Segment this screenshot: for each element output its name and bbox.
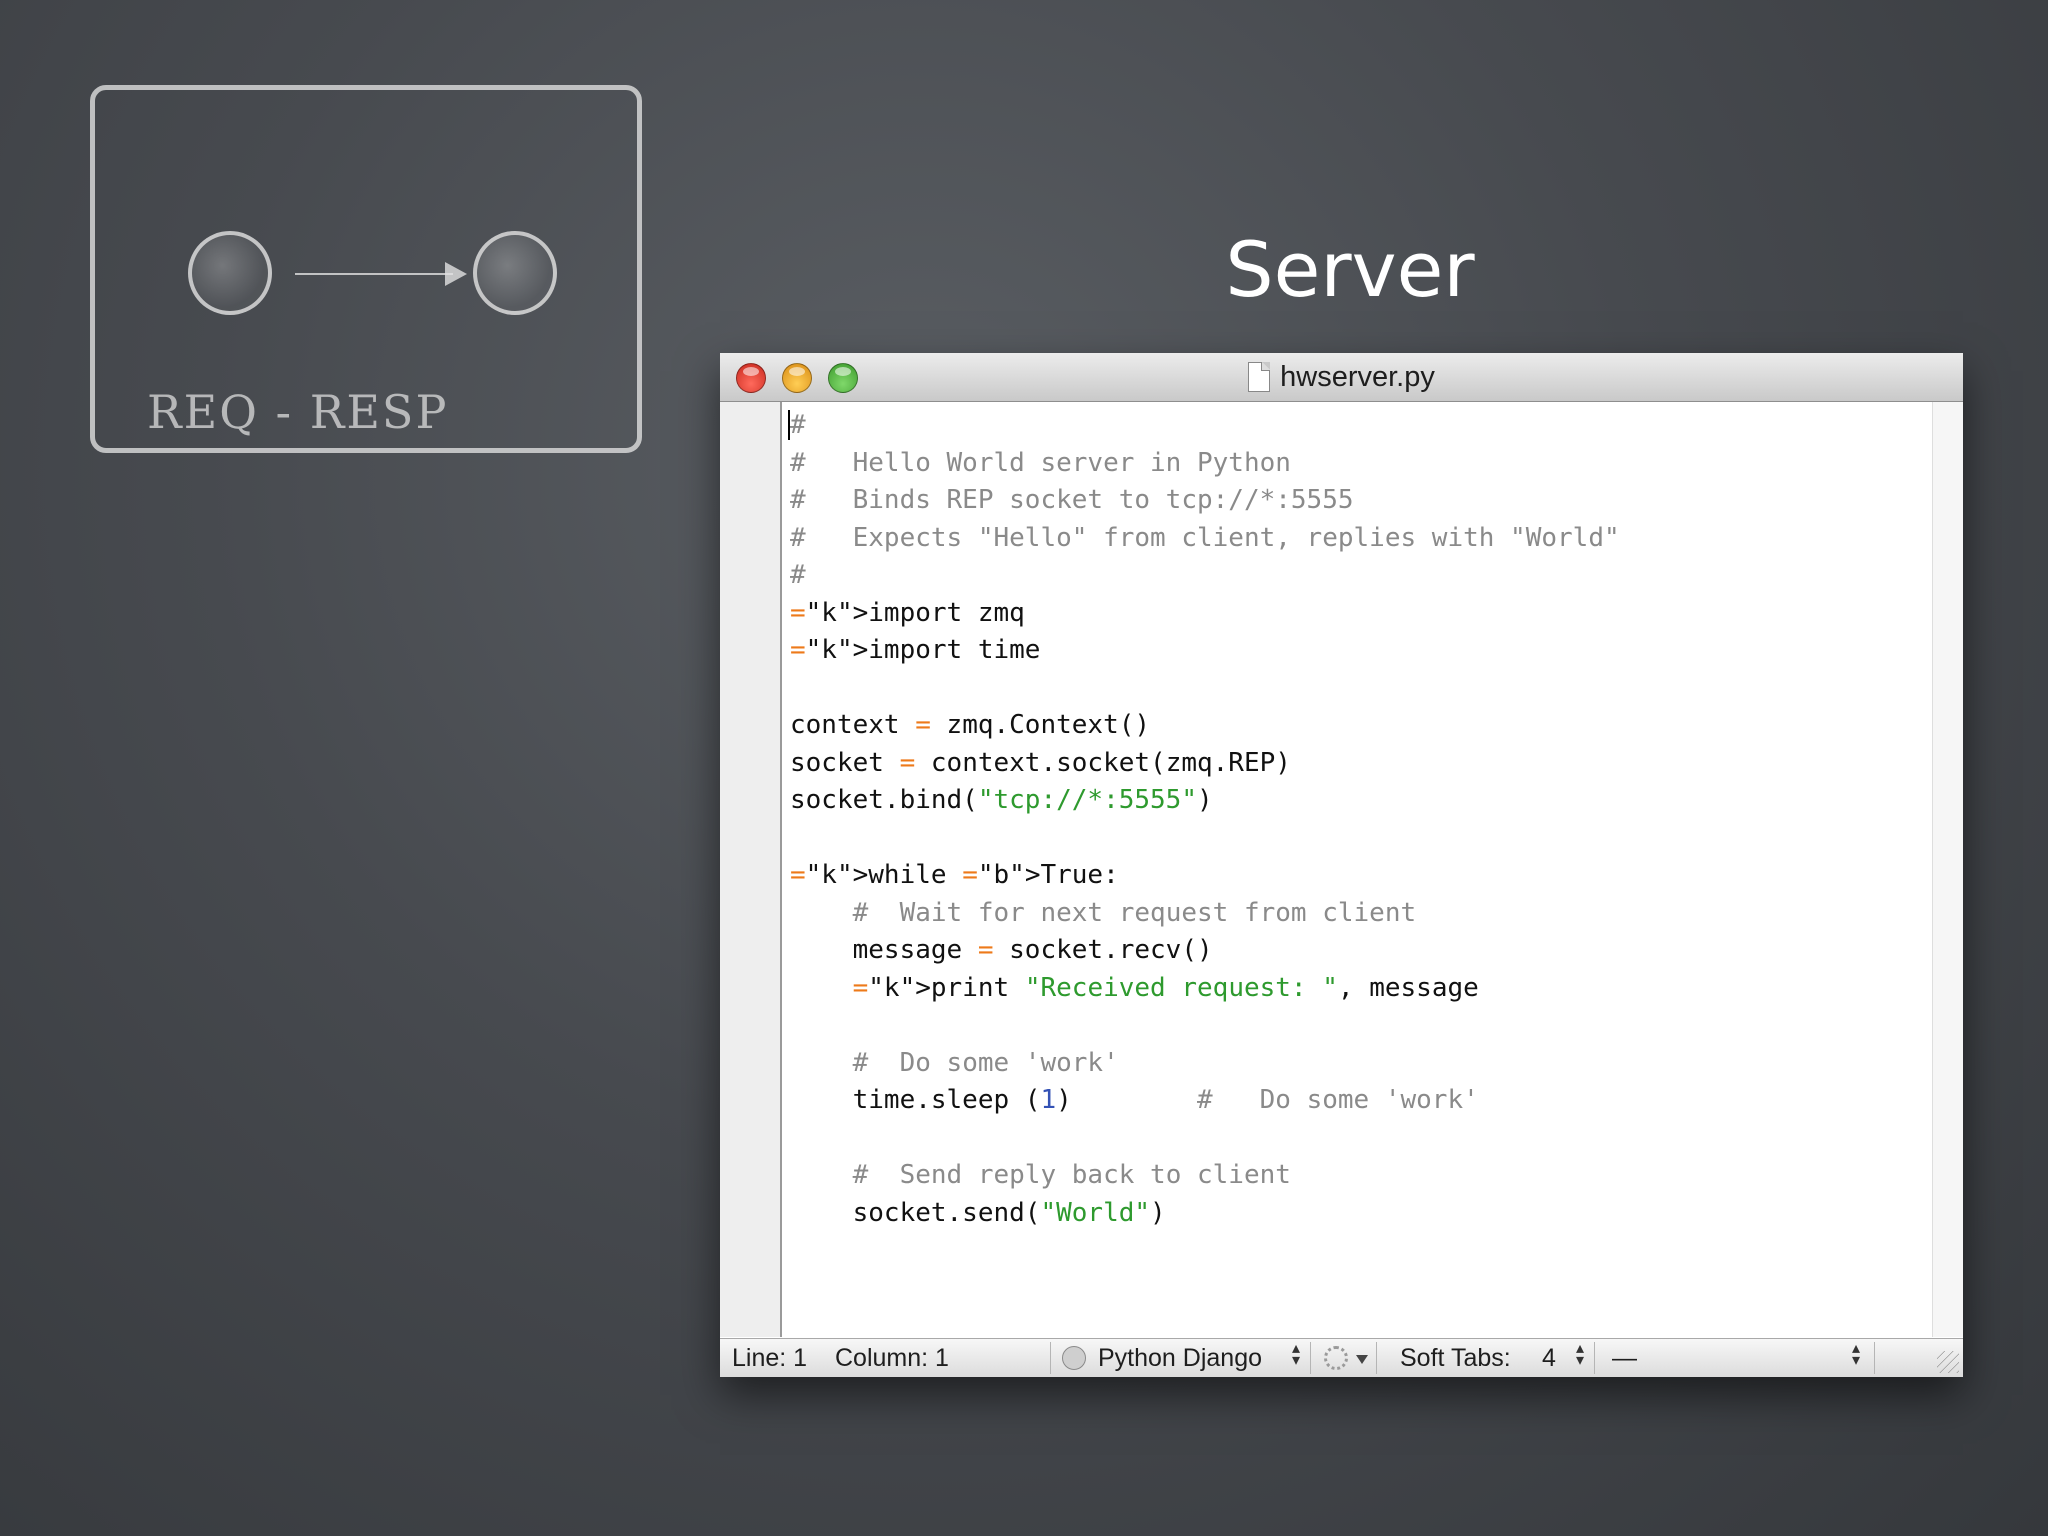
code-line[interactable]: socket.send("World"): [790, 1195, 1620, 1233]
req-resp-diagram: REQ - RESP: [90, 85, 642, 453]
soft-tabs-label[interactable]: Soft Tabs:: [1400, 1344, 1511, 1373]
column-indicator: Column: 1: [835, 1344, 949, 1372]
window-titlebar[interactable]: hwserver.py: [720, 353, 1963, 402]
document-icon: [1248, 362, 1271, 392]
window-title-wrap: hwserver.py: [720, 353, 1963, 401]
code-line[interactable]: message = socket.recv(): [790, 932, 1620, 970]
status-divider: [1310, 1342, 1311, 1374]
code-line[interactable]: #: [790, 557, 1620, 595]
code-line[interactable]: context = zmq.Context(): [790, 707, 1620, 745]
code-line[interactable]: # Hello World server in Python: [790, 445, 1620, 483]
code-line[interactable]: # Expects "Hello" from client, replies w…: [790, 520, 1620, 558]
code-editor[interactable]: # # Hello World server in Python # Binds R…: [720, 402, 1963, 1337]
code-line[interactable]: # Binds REP socket to tcp://*:5555: [790, 482, 1620, 520]
code-line[interactable]: ​: [790, 1120, 1620, 1158]
code-line[interactable]: # Do some 'work': [790, 1045, 1620, 1083]
status-divider: [1594, 1342, 1595, 1374]
window-title: hwserver.py: [1280, 360, 1435, 393]
status-divider: [1376, 1342, 1377, 1374]
arrow-line: [295, 273, 453, 275]
code-line[interactable]: # Wait for next request from client: [790, 895, 1620, 933]
code-line[interactable]: ="k">import zmq: [790, 595, 1620, 633]
arrow-head-icon: [445, 262, 467, 286]
code-line[interactable]: time.sleep (1) # Do some 'work': [790, 1082, 1620, 1120]
clock-icon: [1062, 1346, 1086, 1370]
language-updown-icon[interactable]: ▴ ▾: [1292, 1341, 1300, 1369]
code-area[interactable]: # # Hello World server in Python # Binds R…: [788, 407, 1620, 1233]
symbol-updown-icon[interactable]: ▴ ▾: [1852, 1341, 1860, 1369]
gear-icon[interactable]: [1324, 1346, 1348, 1370]
diagram-label: REQ - RESP: [147, 385, 449, 439]
response-node: [473, 231, 557, 315]
slide-title: Server: [1225, 225, 1475, 314]
soft-tabs-value[interactable]: 4: [1542, 1344, 1556, 1373]
code-line[interactable]: #: [788, 407, 1620, 445]
code-line[interactable]: ​: [790, 1007, 1620, 1045]
code-line[interactable]: ="k">print "Received request: ", message: [790, 970, 1620, 1008]
line-indicator: Line: 1: [732, 1344, 808, 1372]
status-bar: Line: 1 Column: 1 Python Django ▴ ▾ Soft …: [720, 1338, 1963, 1377]
code-line[interactable]: ​: [790, 670, 1620, 708]
symbol-selector[interactable]: —: [1612, 1344, 1637, 1373]
code-line[interactable]: ="k">while ="b">True:: [790, 857, 1620, 895]
line-gutter: [720, 402, 782, 1337]
code-line[interactable]: ​: [790, 820, 1620, 858]
chevron-down-icon[interactable]: [1356, 1355, 1368, 1364]
resize-grip-icon[interactable]: [1937, 1351, 1959, 1373]
tabs-updown-icon[interactable]: ▴ ▾: [1576, 1341, 1584, 1369]
vertical-scrollbar[interactable]: [1932, 402, 1963, 1337]
status-divider: [1050, 1342, 1051, 1374]
code-line[interactable]: socket.bind("tcp://*:5555"): [790, 782, 1620, 820]
editor-window: hwserver.py # # Hello World server in Pyt…: [720, 353, 1963, 1377]
code-line[interactable]: ="k">import time: [790, 632, 1620, 670]
status-divider: [1874, 1342, 1875, 1374]
code-line[interactable]: socket = context.socket(zmq.REP): [790, 745, 1620, 783]
code-line[interactable]: # Send reply back to client: [790, 1157, 1620, 1195]
language-selector[interactable]: Python Django: [1098, 1344, 1262, 1373]
request-node: [188, 231, 272, 315]
